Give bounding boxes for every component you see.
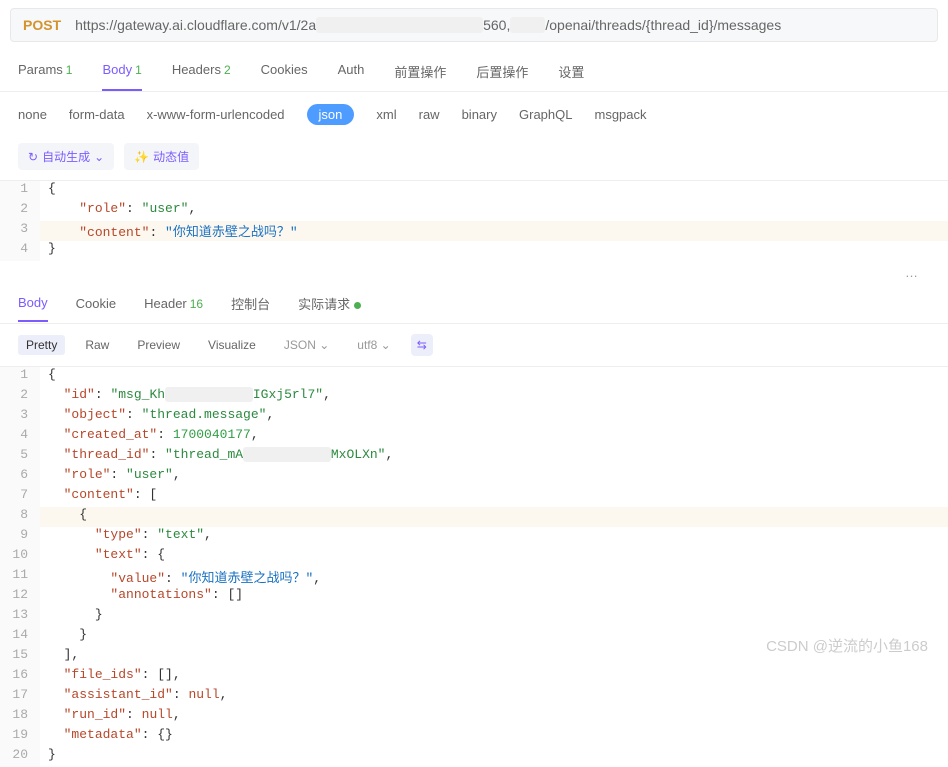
response-view-bar: Pretty Raw Preview Visualize JSON ⌄ utf8… bbox=[0, 324, 948, 366]
view-visualize[interactable]: Visualize bbox=[200, 335, 264, 355]
tab-settings[interactable]: 设置 bbox=[558, 62, 584, 91]
resp-tab-header[interactable]: Header16 bbox=[144, 296, 203, 321]
tab-params[interactable]: Params1 bbox=[18, 62, 72, 91]
tab-post[interactable]: 后置操作 bbox=[476, 62, 528, 91]
tab-body[interactable]: Body1 bbox=[102, 62, 141, 91]
tab-pre[interactable]: 前置操作 bbox=[394, 62, 446, 91]
body-type-binary[interactable]: binary bbox=[462, 107, 497, 122]
body-type-msgpack[interactable]: msgpack bbox=[594, 107, 646, 122]
panel-resize-handle[interactable]: … bbox=[0, 261, 948, 284]
body-type-graphql[interactable]: GraphQL bbox=[519, 107, 572, 122]
body-type-xform[interactable]: x-www-form-urlencoded bbox=[147, 107, 285, 122]
body-type-xml[interactable]: xml bbox=[376, 107, 396, 122]
resp-tab-cookie[interactable]: Cookie bbox=[76, 296, 116, 321]
wrap-lines-button[interactable]: ⇆ bbox=[411, 334, 433, 356]
url-bar: POST https://gateway.ai.cloudflare.com/v… bbox=[10, 8, 938, 42]
tab-auth[interactable]: Auth bbox=[338, 62, 365, 91]
http-method[interactable]: POST bbox=[23, 17, 61, 33]
response-tabs: Body Cookie Header16 控制台 实际请求 bbox=[0, 284, 948, 324]
format-json[interactable]: JSON ⌄ bbox=[276, 335, 337, 355]
wand-icon: ✨ bbox=[134, 150, 149, 164]
body-type-json[interactable]: json bbox=[307, 104, 355, 125]
dynamic-button[interactable]: ✨动态值 bbox=[124, 143, 199, 170]
wrap-icon: ⇆ bbox=[417, 338, 427, 352]
encoding-utf8[interactable]: utf8 ⌄ bbox=[349, 335, 398, 355]
chevron-down-icon: ⌄ bbox=[319, 338, 329, 352]
resp-tab-actual[interactable]: 实际请求 bbox=[298, 294, 361, 323]
chevron-down-icon: ⌄ bbox=[381, 338, 391, 352]
view-preview[interactable]: Preview bbox=[129, 335, 188, 355]
status-dot-icon bbox=[354, 302, 361, 309]
body-type-none[interactable]: none bbox=[18, 107, 47, 122]
request-tabs: Params1 Body1 Headers2 Cookies Auth 前置操作… bbox=[0, 50, 948, 92]
request-url[interactable]: https://gateway.ai.cloudflare.com/v1/2ax… bbox=[75, 17, 781, 33]
view-pretty[interactable]: Pretty bbox=[18, 335, 65, 355]
tab-headers[interactable]: Headers2 bbox=[172, 62, 231, 91]
view-raw[interactable]: Raw bbox=[77, 335, 117, 355]
body-type-tabs: none form-data x-www-form-urlencoded jso… bbox=[0, 92, 948, 137]
body-type-form[interactable]: form-data bbox=[69, 107, 125, 122]
response-body-viewer[interactable]: 1{ 2 "id": "msg_KhxIGxj5rl7", 3 "object"… bbox=[0, 366, 948, 767]
refresh-icon: ↻ bbox=[28, 150, 38, 164]
tab-cookies[interactable]: Cookies bbox=[261, 62, 308, 91]
autogen-button[interactable]: ↻自动生成⌄ bbox=[18, 143, 114, 170]
request-body-editor[interactable]: 1{ 2 "role": "user", 3 "content": "你知道赤壁… bbox=[0, 180, 948, 261]
body-toolbar: ↻自动生成⌄ ✨动态值 bbox=[0, 137, 948, 180]
chevron-down-icon: ⌄ bbox=[94, 150, 104, 164]
resp-tab-console[interactable]: 控制台 bbox=[231, 294, 270, 323]
resp-tab-body[interactable]: Body bbox=[18, 295, 48, 322]
body-type-raw[interactable]: raw bbox=[419, 107, 440, 122]
